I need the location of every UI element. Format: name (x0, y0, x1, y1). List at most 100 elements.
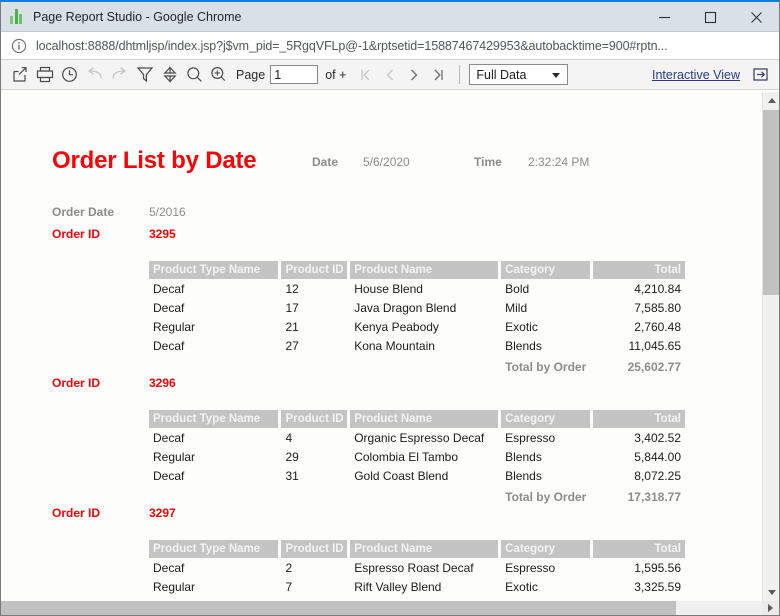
order-date-label: Order Date (52, 205, 114, 219)
column-header[interactable]: Product Type Name (149, 261, 278, 279)
report-content: Order List by Date Date 5/6/2020 Time 2:… (1, 147, 762, 601)
table-cell: Decaf (149, 336, 278, 355)
first-page-icon[interactable] (354, 62, 378, 88)
table-row: Decaf12House BlendBold4,210.84 (149, 279, 685, 298)
table-cell: 3,325.59 (593, 577, 686, 596)
table-header-row: Product Type NameProduct IDProduct NameC… (149, 261, 685, 279)
report-toolbar: Page of + Full Data (1, 60, 779, 90)
report-date-label: Date (312, 155, 338, 169)
order-id-value: 3295 (149, 227, 176, 241)
order-detail-table: Product Type NameProduct IDProduct NameC… (146, 540, 688, 601)
open-in-new-icon[interactable] (748, 62, 773, 88)
column-header[interactable]: Product Name (350, 540, 498, 558)
maximize-icon[interactable] (687, 2, 733, 32)
column-header[interactable]: Product ID (281, 261, 347, 279)
window-title: Page Report Studio - Google Chrome (33, 10, 241, 24)
table-cell: Exotic (501, 317, 589, 336)
column-header[interactable]: Total (593, 261, 686, 279)
table-cell: 4,210.84 (593, 279, 686, 298)
zoom-in-icon[interactable] (207, 62, 232, 88)
vertical-scrollbar-thumb[interactable] (763, 110, 779, 295)
table-cell: Gold Coast Blend (350, 466, 498, 485)
undo-icon[interactable] (82, 62, 107, 88)
column-header[interactable]: Product Name (350, 410, 498, 428)
info-circle-icon[interactable] (11, 38, 27, 54)
browser-window: Page Report Studio - Google Chrome local… (0, 0, 780, 616)
table-cell: Blends (501, 466, 589, 485)
table-cell: 21 (281, 317, 347, 336)
order-id-value: 3297 (149, 506, 176, 520)
scrollbar-corner[interactable] (762, 601, 779, 615)
table-cell: Regular (149, 317, 278, 336)
table-cell: Regular (149, 577, 278, 596)
page-number-input[interactable] (270, 65, 318, 84)
order-block: Order ID 3295 Product Type NameProduct IDP… (1, 227, 762, 376)
table-row: Regular7Rift Valley BlendExotic3,325.59 (149, 577, 685, 596)
data-mode-select[interactable]: Full Data (469, 64, 568, 85)
table-cell: Exotic (501, 577, 589, 596)
column-header[interactable]: Category (501, 410, 589, 428)
url-text[interactable]: localhost:8888/dhtmljsp/index.jsp?j$vm_p… (36, 39, 668, 53)
export-icon[interactable] (7, 62, 32, 88)
vertical-scrollbar[interactable] (762, 92, 779, 601)
interactive-view-link[interactable]: Interactive View (652, 68, 740, 82)
last-page-icon[interactable] (426, 62, 450, 88)
table-cell: House Blend (350, 279, 498, 298)
table-cell: Organic Espresso Decaf (350, 428, 498, 447)
table-cell: 12 (281, 279, 347, 298)
table-row: Decaf4Organic Espresso DecafEspresso3,40… (149, 428, 685, 447)
next-page-icon[interactable] (402, 62, 426, 88)
column-header[interactable]: Product Type Name (149, 540, 278, 558)
total-by-order-label: Total by Order (501, 485, 589, 506)
scroll-up-icon[interactable] (763, 92, 779, 109)
toolbar-right-group: Interactive View (652, 62, 773, 88)
table-cell: 17 (281, 298, 347, 317)
table-cell: 7,585.80 (593, 298, 686, 317)
orders-list: Order ID3295Product Type NameProduct IDP… (1, 227, 762, 601)
column-header[interactable]: Product Name (350, 261, 498, 279)
minimize-icon[interactable] (641, 2, 687, 32)
close-icon[interactable] (733, 2, 779, 32)
order-id-label: Order ID (52, 506, 100, 520)
column-header[interactable]: Product ID (281, 410, 347, 428)
table-row: Regular21Kenya PeabodyExotic2,760.48 (149, 317, 685, 336)
total-by-order-value: 25,602.77 (593, 355, 686, 376)
address-bar[interactable]: localhost:8888/dhtmljsp/index.jsp?j$vm_p… (1, 32, 779, 60)
table-cell: 7 (281, 577, 347, 596)
filter-icon[interactable] (132, 62, 157, 88)
table-cell: Bold (501, 279, 589, 298)
previous-page-icon[interactable] (378, 62, 402, 88)
report-page: Order List by Date Date 5/6/2020 Time 2:… (1, 92, 762, 601)
window-controls (641, 2, 779, 32)
table-row: Decaf27Kona MountainBlends11,045.65 (149, 336, 685, 355)
table-row: Decaf2Espresso Roast DecafEspresso1,595.… (149, 558, 685, 577)
search-icon[interactable] (182, 62, 207, 88)
print-icon[interactable] (32, 62, 57, 88)
order-date-value: 5/2016 (149, 205, 186, 219)
column-header[interactable]: Category (501, 540, 589, 558)
table-cell: Mild (501, 298, 589, 317)
spacer-cell (281, 485, 347, 506)
title-bar: Page Report Studio - Google Chrome (1, 2, 779, 32)
column-header[interactable]: Total (593, 410, 686, 428)
total-by-order-row: Total by Order25,602.77 (149, 355, 685, 376)
report-header: Order List by Date Date 5/6/2020 Time 2:… (1, 147, 762, 193)
page-count-label: of + (325, 68, 346, 82)
column-header[interactable]: Category (501, 261, 589, 279)
table-cell: 31 (281, 466, 347, 485)
horizontal-scrollbar-thumb[interactable] (1, 601, 676, 615)
horizontal-scrollbar[interactable] (1, 601, 762, 615)
total-by-order-value: 17,318.77 (593, 485, 686, 506)
column-header[interactable]: Total (593, 540, 686, 558)
spacer-cell (149, 485, 278, 506)
column-header[interactable]: Product ID (281, 540, 347, 558)
order-id-group: Order ID3296 (1, 376, 762, 400)
redo-icon[interactable] (107, 62, 132, 88)
order-id-group: Order ID 3295 (1, 227, 762, 251)
report-time-value: 2:32:24 PM (528, 155, 589, 169)
sort-icon[interactable] (157, 62, 182, 88)
scroll-down-icon[interactable] (763, 584, 779, 601)
order-id-label: Order ID (52, 227, 100, 241)
history-icon[interactable] (57, 62, 82, 88)
column-header[interactable]: Product Type Name (149, 410, 278, 428)
